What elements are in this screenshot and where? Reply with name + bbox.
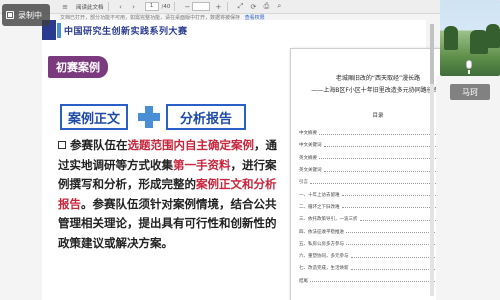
- toc-label: 英文关键词: [299, 168, 322, 174]
- zoom-in-icon[interactable]: +: [213, 2, 223, 12]
- toc-label: 三、依托政策导引，一波三折: [299, 217, 358, 223]
- record-icon: [6, 11, 14, 19]
- slide-paragraph: 参赛队伍在选题范围内自主确定案例，通过实地调研等方式收集第一手资料，进行案例撰写…: [58, 136, 284, 253]
- section-tag: 初赛案例: [48, 56, 108, 78]
- zoom-out-icon[interactable]: −: [182, 2, 192, 12]
- header-accent-secondary: [57, 23, 61, 38]
- participant-name: 马珂: [450, 84, 490, 100]
- analysis-report-badge: 分析报告: [166, 104, 246, 130]
- toc-label: 七、改造完成，生活焕新: [299, 266, 349, 272]
- recording-label: 录制中: [18, 10, 42, 20]
- page-number-input[interactable]: 1: [144, 2, 159, 11]
- plus-icon: [136, 104, 162, 130]
- toc-row: 六、重塑协同，多元参与19: [299, 250, 459, 262]
- mic-stem: [468, 70, 470, 74]
- toc-row: 中文摘要1: [299, 127, 459, 139]
- rotate-icon[interactable]: ⟳: [248, 2, 258, 12]
- slide-header: 中国研究生创新实践系列大赛: [42, 20, 426, 42]
- toc-label: 引言: [299, 180, 308, 186]
- toc-row: 一、十年上访去留难3: [299, 188, 459, 200]
- presentation-slide: 中国研究生创新实践系列大赛 初赛案例 案例正文 分析报告 参赛队伍在选题范围内自…: [42, 20, 466, 300]
- vertical-scrollbar[interactable]: [430, 24, 434, 296]
- microphone-icon[interactable]: [463, 60, 475, 76]
- toolbar-divider: [227, 2, 229, 11]
- para-highlight: 第一手资料: [173, 157, 231, 172]
- toc-label: 二、循环之下旧改难: [299, 204, 340, 210]
- bullet-icon: [58, 141, 66, 149]
- fit-page-icon[interactable]: ⤢: [235, 2, 245, 12]
- toc-list: 中文摘要1中文关键词1英文摘要1英文关键词2引言2一、十年上访去留难3二、循环之…: [299, 127, 459, 287]
- search-icon[interactable]: ⌕: [274, 2, 284, 12]
- tree-shape: [486, 24, 500, 48]
- toc-row: 四、依法征收平稳推进12: [299, 225, 459, 237]
- slide-header-text: 中国研究生创新实践系列大赛: [64, 27, 188, 37]
- print-icon[interactable]: ⎙: [261, 2, 271, 12]
- plus-vertical: [145, 106, 153, 128]
- toolbar-divider: [107, 2, 109, 11]
- para-segment: 参赛队伍在: [70, 138, 128, 152]
- toc-label: 英文摘要: [299, 155, 317, 161]
- viewer-toolbar: ≡ 阅读此文档 ‹ › 1 /40 − + ⤢ ⟳ ⎙ ⌕: [0, 0, 500, 14]
- zoom-level[interactable]: [192, 2, 211, 11]
- toc-row: 七、改造完成，生活焕新22: [299, 262, 459, 274]
- para-segment: 。参赛队伍须针对案例情境，结合公共管理相关理论，提出具有可行性和创新性的政策建议…: [58, 196, 277, 250]
- toc-label: 中文关键词: [299, 143, 322, 149]
- scrollbar-thumb[interactable]: [430, 24, 434, 84]
- toolbar-divider: [174, 2, 176, 11]
- toc-row: 五、私房公房多方参与16: [299, 238, 459, 250]
- toc-label: 六、重塑协同，多元参与: [299, 254, 349, 260]
- tree-shape: [444, 26, 458, 50]
- toc-label: 结尾: [299, 278, 308, 284]
- prev-page-icon[interactable]: ‹: [116, 2, 126, 12]
- next-page-icon[interactable]: ›: [129, 2, 139, 12]
- toc-row: 三、依托政策导引，一波三折8: [299, 213, 459, 225]
- toc-leader: [323, 169, 455, 172]
- toc-label: 中文摘要: [299, 131, 317, 137]
- toc-row: 英文关键词2: [299, 164, 459, 176]
- toc-row: 英文摘要1: [299, 152, 459, 164]
- toc-label: 五、私房公房多方参与: [299, 241, 344, 247]
- toc-row: 结尾24: [299, 275, 459, 287]
- document-title: 阅读此文档: [76, 4, 104, 11]
- menu-icon[interactable]: ≡: [60, 2, 70, 12]
- side-panel: [436, 76, 500, 300]
- toc-label: 四、依法征收平稳推进: [299, 229, 344, 235]
- case-text-badge: 案例正文: [60, 104, 128, 130]
- para-highlight: 选题范围内自主确定案例: [127, 138, 255, 152]
- recording-indicator[interactable]: 录制中: [2, 4, 50, 26]
- mic-capsule: [466, 60, 472, 69]
- screen: ≡ 阅读此文档 ‹ › 1 /40 − + ⤢ ⟳ ⎙ ⌕ 文档已打开，部分功能…: [0, 0, 500, 300]
- toc-row: 引言2: [299, 176, 459, 188]
- toc-row: 二、循环之下旧改难5: [299, 201, 459, 213]
- page-total: /40: [161, 3, 171, 10]
- toc-leader: [323, 144, 455, 147]
- toc-row: 中文关键词1: [299, 139, 459, 151]
- toc-label: 一、十年上访去留难: [299, 192, 340, 198]
